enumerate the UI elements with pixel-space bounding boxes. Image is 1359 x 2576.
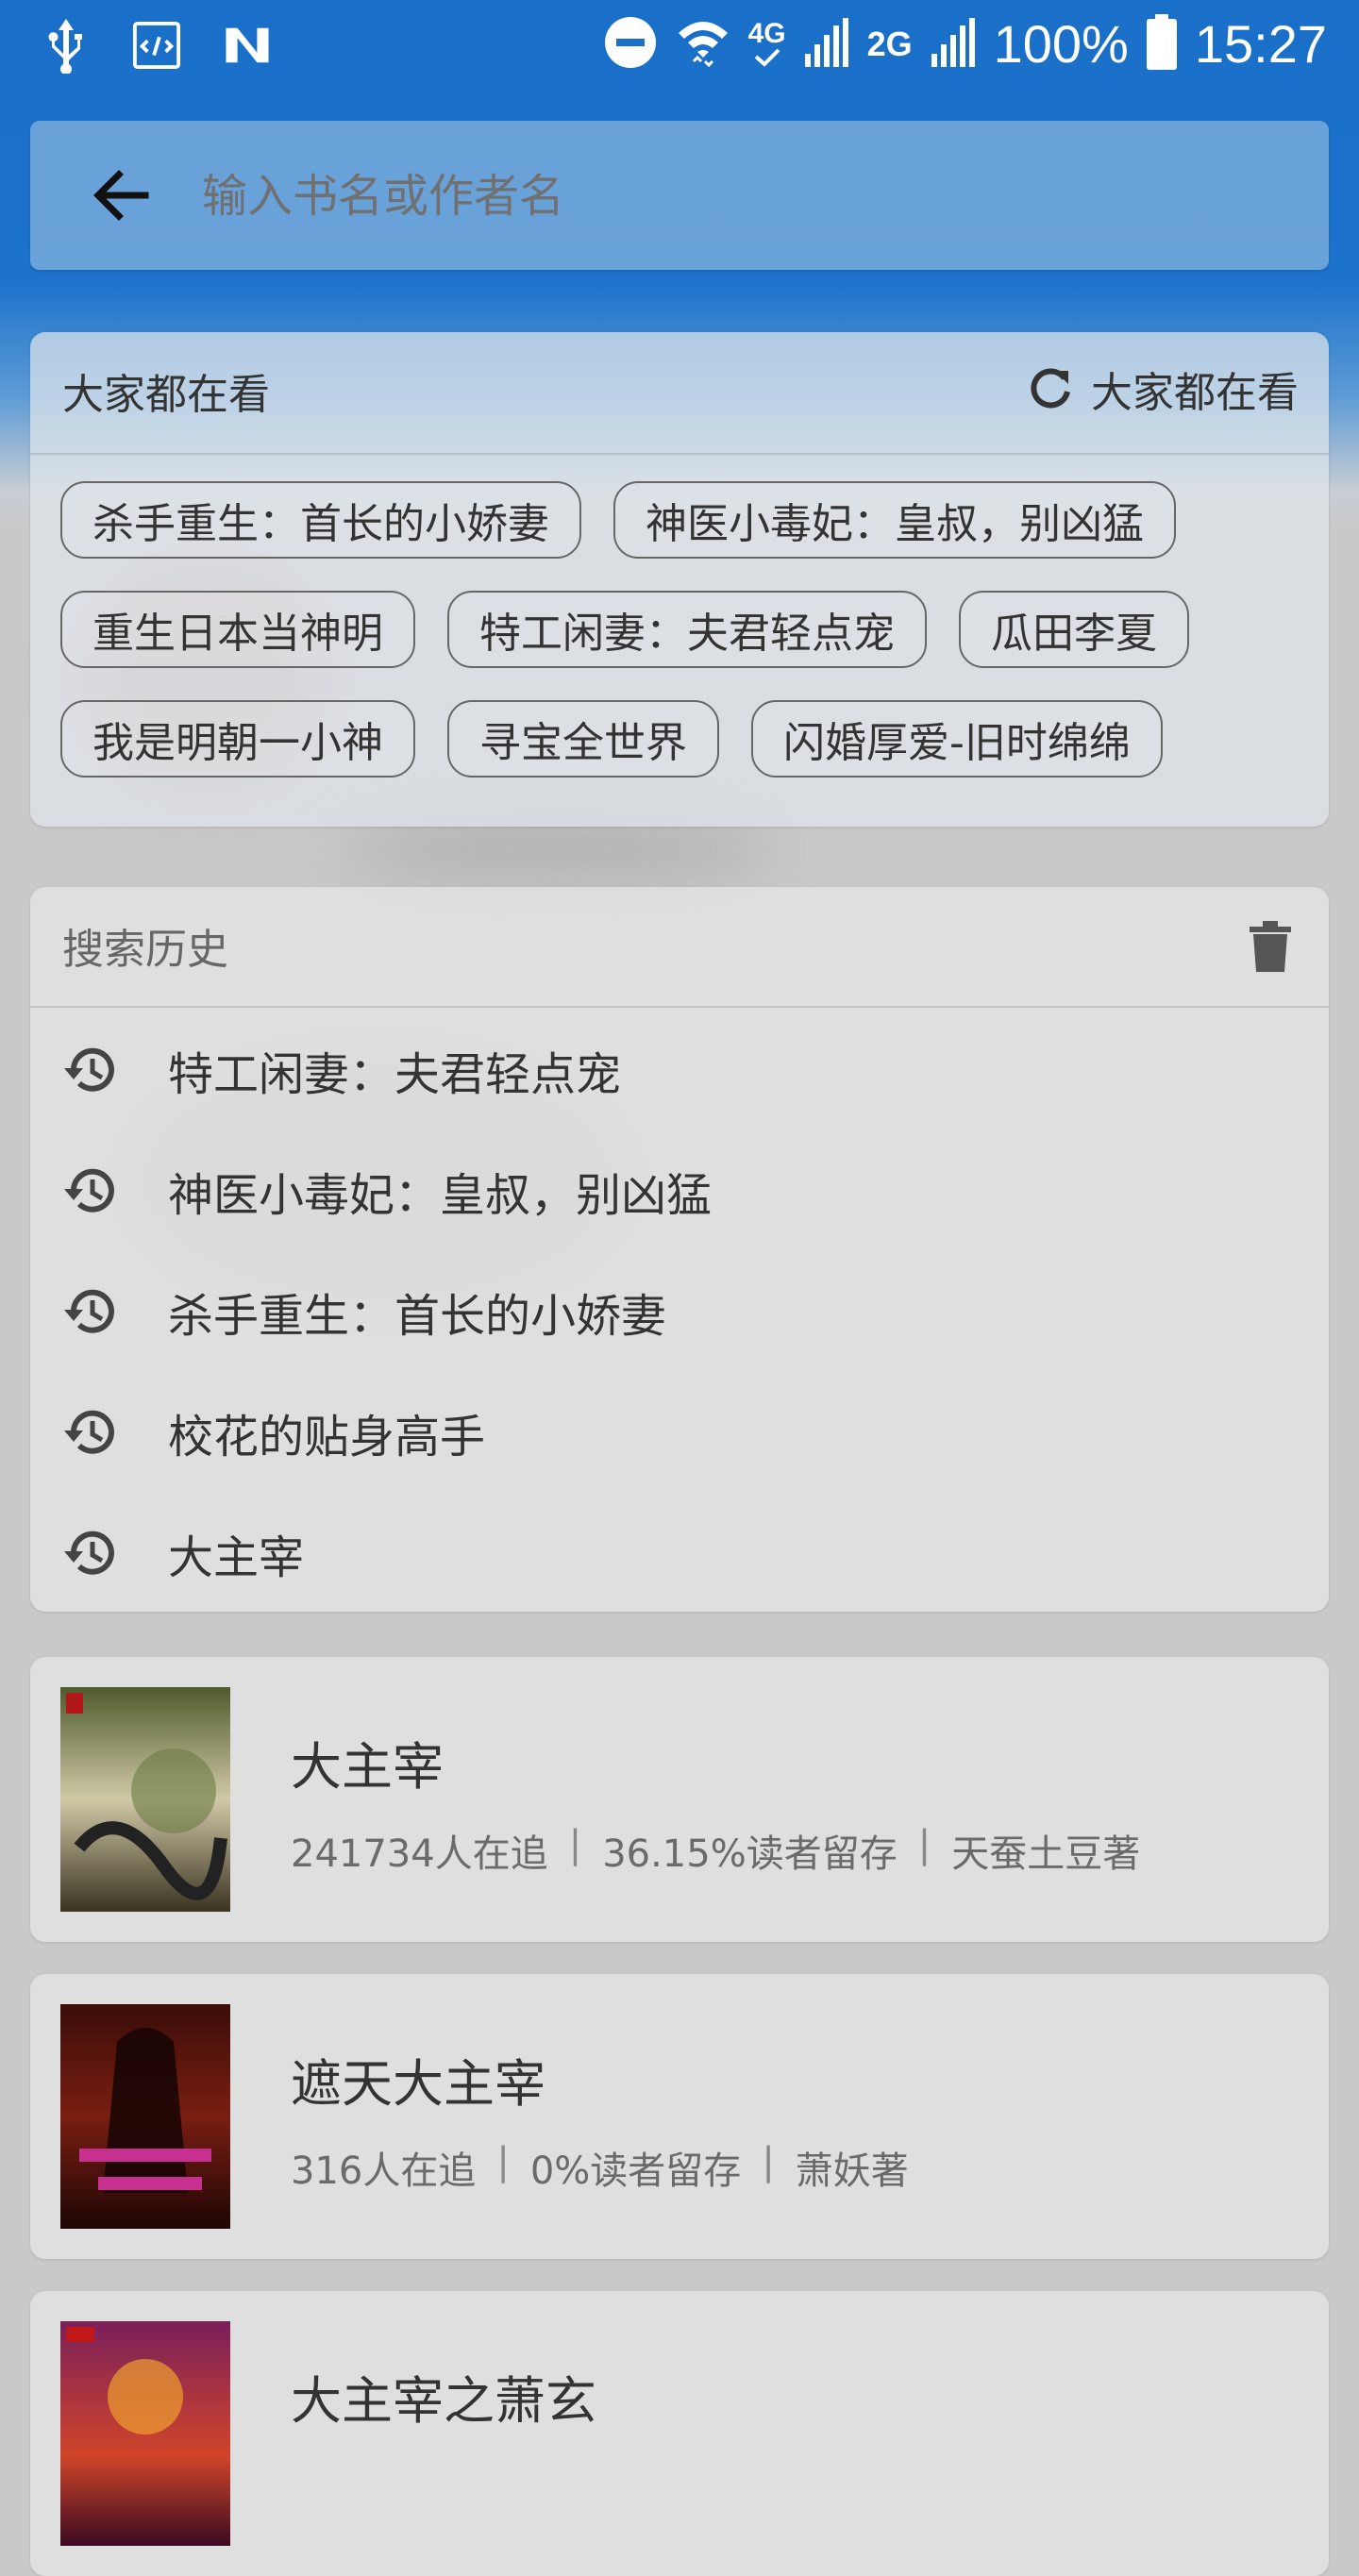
tag-row: 重生日本当神明 特工闲妻：夫君轻点宠 瓜田李夏 (60, 591, 1316, 668)
meta-separator: | (917, 1823, 931, 1866)
signal-2-icon (930, 16, 977, 73)
clear-history-button[interactable] (1250, 921, 1291, 976)
network-4g-indicator: 4G (747, 17, 786, 68)
meta-separator: | (762, 2140, 775, 2183)
history-item-label: 校花的贴身高手 (168, 1411, 486, 1464)
hot-tag[interactable]: 重生日本当神明 (60, 591, 415, 668)
book-author: 天蚕土豆著 (951, 1832, 1141, 1876)
history-icon (64, 1410, 114, 1454)
network-4g-label: 4G (747, 17, 786, 49)
hot-tag[interactable]: 杀手重生：首长的小娇妻 (60, 481, 581, 559)
history-item-label: 特工闲妻：夫君轻点宠 (168, 1048, 622, 1101)
history-icon (64, 1531, 114, 1575)
hot-tag[interactable]: 瓜田李夏 (959, 591, 1189, 668)
book-meta: 316人在追 | 0%读者留存 | 萧妖著 (291, 2140, 909, 2195)
back-button[interactable] (87, 162, 153, 228)
hot-tag[interactable]: 寻宝全世界 (447, 700, 719, 778)
refresh-icon (1031, 368, 1070, 409)
history-item-label: 大主宰 (168, 1531, 305, 1584)
book-result-card[interactable]: 大主宰 241734人在追 | 36.15%读者留存 | 天蚕土豆著 (30, 1657, 1329, 1942)
status-bar: 4G 2G 100% 15:27 (0, 0, 1359, 98)
history-icon (64, 1047, 114, 1092)
history-item[interactable]: 杀手重生：首长的小娇妻 (30, 1251, 1329, 1372)
book-followers: 241734人在追 (291, 1832, 548, 1876)
book-meta: 241734人在追 | 36.15%读者留存 | 天蚕土豆著 (291, 1823, 1140, 1878)
refresh-button[interactable]: 大家都在看 (1027, 359, 1299, 419)
book-cover (60, 2321, 230, 2546)
hot-tag[interactable]: 神医小毒妃：皇叔，别凶猛 (613, 481, 1176, 559)
hot-tag[interactable]: 特工闲妻：夫君轻点宠 (447, 591, 927, 668)
history-item[interactable]: 大主宰 (30, 1493, 1329, 1614)
hot-tag[interactable]: 我是明朝一小神 (60, 700, 415, 778)
search-bar (30, 121, 1329, 272)
history-item-label: 杀手重生：首长的小娇妻 (168, 1290, 667, 1343)
hot-searches-title: 大家都在看 (62, 371, 270, 419)
book-retention: 36.15%读者留存 (602, 1832, 898, 1876)
book-title: 大主宰 (291, 1737, 444, 1797)
tag-row: 杀手重生：首长的小娇妻 神医小毒妃：皇叔，别凶猛 (60, 481, 1316, 559)
search-history-title: 搜索历史 (62, 926, 228, 974)
hot-searches-card: 大家都在看 大家都在看 杀手重生：首长的小娇妻 神医小毒妃：皇叔，别凶猛 重生日… (30, 332, 1329, 827)
clock: 15:27 (1194, 14, 1327, 74)
network-2g-label: 2G (866, 24, 913, 63)
trash-icon (1250, 921, 1291, 972)
usb-icon (42, 17, 91, 74)
search-history-card: 搜索历史 特工闲妻：夫君轻点宠 神医小毒妃：皇叔，别凶猛 杀手重生：首长的小娇妻… (30, 887, 1329, 1612)
history-item[interactable]: 特工闲妻：夫君轻点宠 (30, 1010, 1329, 1130)
divider (30, 453, 1329, 455)
app-n-icon (223, 17, 272, 74)
book-cover (60, 1687, 230, 1912)
signal-icon (803, 16, 850, 73)
book-title: 遮天大主宰 (291, 2054, 545, 2114)
history-item[interactable]: 校花的贴身高手 (30, 1372, 1329, 1493)
hot-tag[interactable]: 闪婚厚爱-旧时绵绵 (751, 700, 1163, 778)
wifi-icon (675, 14, 731, 75)
battery-percent: 100% (993, 14, 1129, 74)
history-item[interactable]: 神医小毒妃：皇叔，别凶猛 (30, 1130, 1329, 1251)
book-result-card[interactable]: 大主宰之萧玄 (30, 2291, 1329, 2576)
book-result-card[interactable]: 遮天大主宰 316人在追 | 0%读者留存 | 萧妖著 (30, 1974, 1329, 2259)
history-icon (64, 1168, 114, 1213)
developer-icon (132, 17, 181, 74)
tag-row: 我是明朝一小神 寻宝全世界 闪婚厚爱-旧时绵绵 (60, 700, 1316, 778)
hot-tags: 杀手重生：首长的小娇妻 神医小毒妃：皇叔，别凶猛 重生日本当神明 特工闲妻：夫君… (60, 481, 1316, 810)
do-not-disturb-icon (603, 15, 658, 74)
book-retention: 0%读者留存 (529, 2149, 742, 2193)
book-followers: 316人在追 (291, 2149, 477, 2193)
book-author: 萧妖著 (795, 2149, 909, 2193)
meta-separator: | (496, 2140, 510, 2183)
book-title: 大主宰之萧玄 (291, 2371, 596, 2431)
history-icon (64, 1289, 114, 1333)
history-item-label: 神医小毒妃：皇叔，别凶猛 (168, 1169, 713, 1222)
meta-separator: | (568, 1823, 582, 1866)
book-cover (60, 2004, 230, 2229)
battery-icon (1146, 13, 1178, 75)
arrow-back-icon (93, 170, 149, 221)
search-input[interactable] (200, 121, 1289, 272)
history-list: 特工闲妻：夫君轻点宠 神医小毒妃：皇叔，别凶猛 杀手重生：首长的小娇妻 校花的贴… (30, 1010, 1329, 1614)
refresh-label: 大家都在看 (1091, 369, 1299, 417)
divider (30, 1006, 1329, 1008)
